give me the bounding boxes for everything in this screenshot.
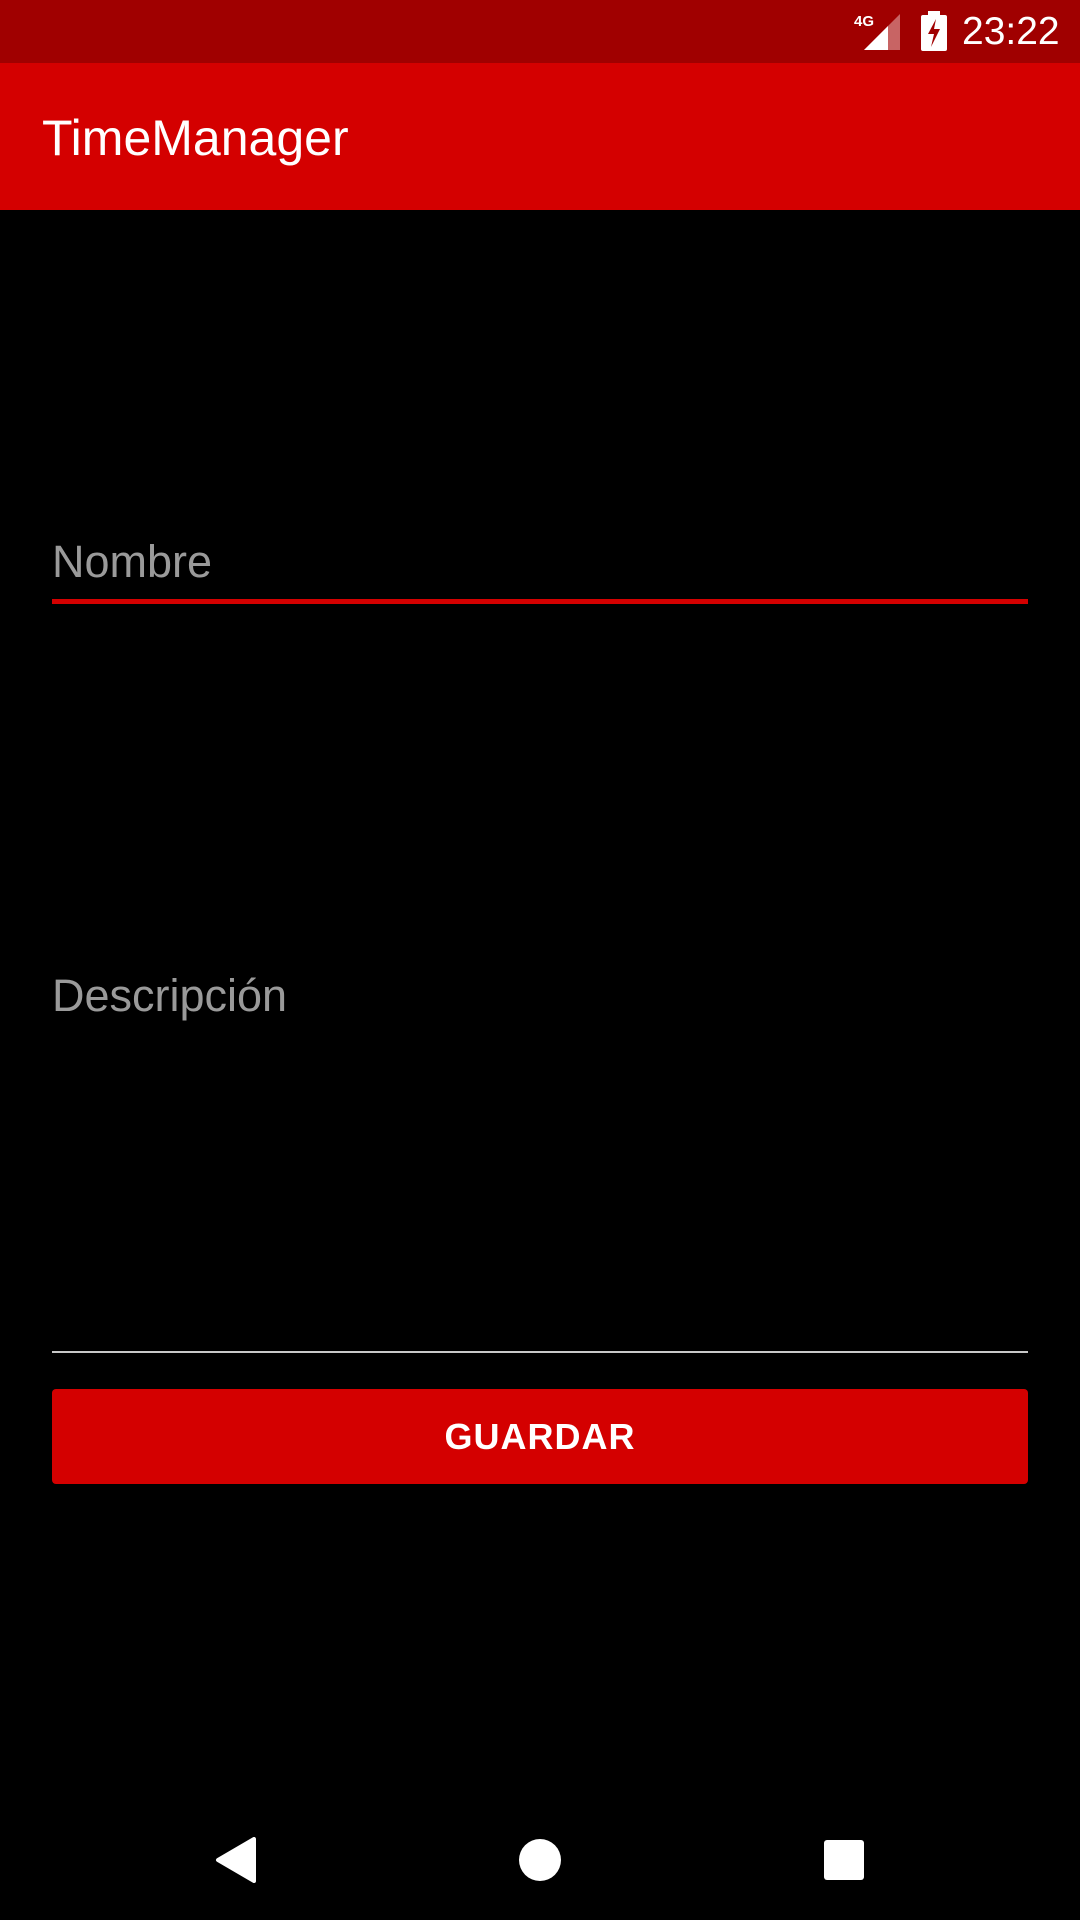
status-bar: 4G 23:22 bbox=[0, 0, 1080, 63]
battery-charging-icon bbox=[921, 11, 947, 51]
recents-icon bbox=[824, 1840, 864, 1880]
description-field[interactable] bbox=[52, 964, 1028, 1353]
cell-signal-icon: 4G bbox=[854, 13, 900, 50]
screen: 4G 23:22 TimeManager GUARDAR bbox=[0, 0, 1080, 1920]
name-field[interactable] bbox=[52, 530, 1028, 604]
home-button[interactable] bbox=[480, 1800, 600, 1920]
system-nav-bar bbox=[0, 1800, 1080, 1920]
back-button[interactable] bbox=[176, 1800, 296, 1920]
name-field-underline bbox=[52, 599, 1028, 604]
description-field-underline bbox=[52, 1351, 1028, 1353]
app-bar: TimeManager bbox=[0, 63, 1080, 210]
network-type-label: 4G bbox=[854, 13, 874, 30]
status-clock: 23:22 bbox=[962, 10, 1060, 53]
name-input[interactable] bbox=[52, 530, 1028, 594]
back-icon bbox=[216, 1837, 256, 1883]
home-icon bbox=[519, 1839, 561, 1881]
description-input[interactable] bbox=[52, 964, 1028, 1334]
save-button[interactable]: GUARDAR bbox=[52, 1389, 1028, 1484]
app-title: TimeManager bbox=[42, 110, 349, 166]
recents-button[interactable] bbox=[784, 1800, 904, 1920]
